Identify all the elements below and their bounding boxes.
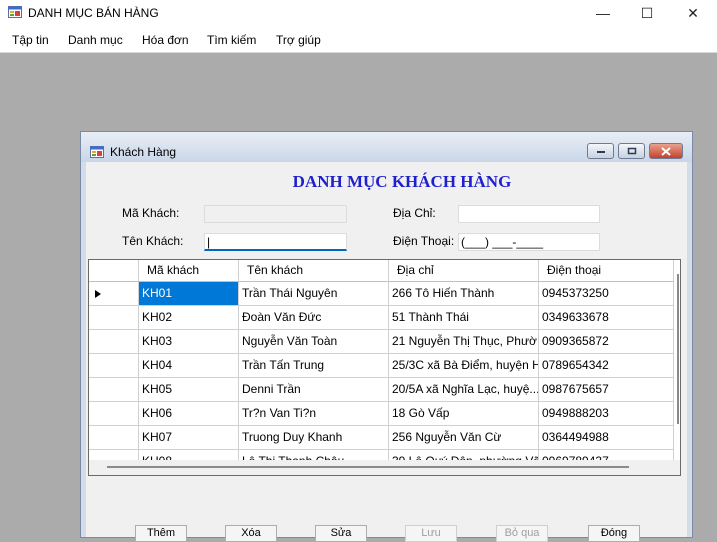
table-cell[interactable]: Denni Trần	[239, 378, 389, 402]
table-cell[interactable]: KH06	[139, 402, 239, 426]
table-cell[interactable]: 20/5A xã Nghĩa Lạc, huyệ...	[389, 378, 539, 402]
main-titlebar[interactable]: DANH MỤC BÁN HÀNG — ☐ ✕	[0, 0, 717, 26]
col-header-ten-khach[interactable]: Tên khách	[239, 260, 389, 282]
table-cell[interactable]: 21 Nguyễn Thị Thục, Phườ...	[389, 330, 539, 354]
table-cell[interactable]: 0987675657	[539, 378, 674, 402]
table-cell[interactable]: KH01	[139, 282, 239, 306]
child-client-area: DANH MỤC KHÁCH HÀNG Mã Khách: Tên Khách:…	[86, 162, 687, 542]
child-form-icon	[90, 146, 104, 158]
table-cell[interactable]: 25/3C xã Bà Điểm, huyện H...	[389, 354, 539, 378]
xoa-button[interactable]: Xóa	[225, 525, 277, 542]
dong-button[interactable]: Đóng	[588, 525, 640, 542]
grid-horizontal-scrollbar[interactable]	[89, 460, 680, 475]
ten-khach-input[interactable]: |	[204, 233, 347, 251]
table-cell[interactable]: Trần Thái Nguyên	[239, 282, 389, 306]
them-button[interactable]: Thêm	[135, 525, 187, 542]
child-restore-button[interactable]	[618, 143, 645, 159]
table-cell[interactable]: KH07	[139, 426, 239, 450]
table-cell[interactable]: Nguyễn Văn Toàn	[239, 330, 389, 354]
restore-icon	[627, 147, 636, 155]
row-header[interactable]	[89, 306, 139, 330]
ma-khach-label: Mã Khách:	[122, 206, 180, 220]
dien-thoai-label: Điện Thoại:	[393, 234, 455, 248]
table-cell[interactable]: KH02	[139, 306, 239, 330]
table-cell[interactable]: Đoàn Văn Đức	[239, 306, 389, 330]
grid-corner	[89, 260, 139, 282]
menu-hoa-don[interactable]: Hóa đơn	[142, 33, 189, 47]
table-cell[interactable]: KH04	[139, 354, 239, 378]
minimize-icon	[596, 151, 605, 153]
app-form-icon	[8, 6, 22, 18]
grid-vertical-scrollbar[interactable]	[674, 260, 680, 460]
ma-khach-input[interactable]	[204, 205, 347, 223]
menu-tim-kiem[interactable]: Tìm kiếm	[207, 33, 256, 47]
table-cell[interactable]: 18 Gò Vấp	[389, 402, 539, 426]
khach-hang-grid[interactable]: Mã khách Tên khách Địa chỉ Điện thoại KH…	[88, 259, 681, 476]
bo-qua-button[interactable]: Bỏ qua	[496, 525, 548, 542]
ten-khach-label: Tên Khách:	[122, 234, 184, 248]
dien-thoai-input[interactable]: (___) ___-____	[458, 233, 600, 251]
horizontal-scroll-thumb[interactable]	[107, 466, 629, 468]
row-header[interactable]	[89, 330, 139, 354]
col-header-dia-chi[interactable]: Địa chỉ	[389, 260, 539, 282]
child-minimize-button[interactable]	[587, 143, 614, 159]
row-header[interactable]	[89, 282, 139, 306]
table-cell[interactable]: KH03	[139, 330, 239, 354]
dia-chi-label: Địa Chỉ:	[393, 206, 436, 220]
table-cell[interactable]: 0945373250	[539, 282, 674, 306]
table-cell[interactable]: 256 Nguyễn Văn Cừ	[389, 426, 539, 450]
app-title: DANH MỤC BÁN HÀNG	[28, 6, 159, 20]
row-header[interactable]	[89, 426, 139, 450]
table-cell[interactable]: 0949888203	[539, 402, 674, 426]
dia-chi-input[interactable]	[458, 205, 600, 223]
table-cell[interactable]: 51 Thành Thái	[389, 306, 539, 330]
table-cell[interactable]: Trần Tấn Trung	[239, 354, 389, 378]
close-icon	[661, 146, 671, 156]
menu-tro-giup[interactable]: Trợ giúp	[276, 33, 321, 47]
table-cell[interactable]: 266 Tô Hiến Thành	[389, 282, 539, 306]
child-titlebar[interactable]: Khách Hàng	[81, 132, 692, 162]
child-title: Khách Hàng	[110, 145, 177, 159]
minimize-button[interactable]: —	[580, 0, 626, 26]
vertical-scroll-thumb[interactable]	[677, 274, 679, 424]
menu-danh-muc[interactable]: Danh mục	[68, 33, 123, 47]
row-header[interactable]	[89, 378, 139, 402]
row-pointer-icon	[95, 290, 101, 298]
table-cell[interactable]: 0349633678	[539, 306, 674, 330]
child-window-khach-hang: Khách Hàng DANH MỤC KHÁCH HÀNG Mã Khách:…	[80, 131, 693, 542]
table-cell[interactable]: Tr?n Van Ti?n	[239, 402, 389, 426]
sua-button[interactable]: Sửa	[315, 525, 367, 542]
table-cell[interactable]: 0364494988	[539, 426, 674, 450]
luu-button[interactable]: Lưu	[405, 525, 457, 542]
child-close-button[interactable]	[649, 143, 683, 159]
form-heading: DANH MỤC KHÁCH HÀNG	[292, 172, 512, 191]
col-header-ma-khach[interactable]: Mã khách	[139, 260, 239, 282]
row-header[interactable]	[89, 402, 139, 426]
menu-bar: Tập tin Danh mục Hóa đơn Tìm kiếm Trợ gi…	[0, 26, 717, 53]
menu-tap-tin[interactable]: Tập tin	[12, 33, 49, 47]
table-cell[interactable]: KH05	[139, 378, 239, 402]
table-cell[interactable]: 0789654342	[539, 354, 674, 378]
col-header-dien-thoai[interactable]: Điện thoại	[539, 260, 674, 282]
table-cell[interactable]: 0909365872	[539, 330, 674, 354]
table-cell[interactable]: Truong Duy Khanh	[239, 426, 389, 450]
close-button[interactable]: ✕	[670, 0, 716, 26]
row-header[interactable]	[89, 354, 139, 378]
maximize-button[interactable]: ☐	[624, 0, 670, 26]
